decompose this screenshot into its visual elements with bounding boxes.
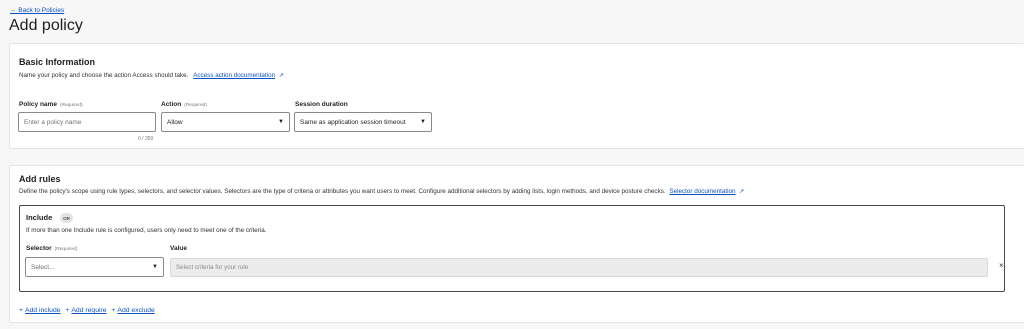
action-select[interactable]: Allow ▼ (161, 112, 290, 132)
back-to-policies-link[interactable]: ← Back to Policies (10, 7, 64, 14)
policy-name-placeholder: Enter a policy name (24, 118, 82, 126)
policy-name-input[interactable]: Enter a policy name (18, 112, 156, 132)
external-link-icon: ↗ (739, 189, 745, 195)
action-required: (Required) (184, 103, 207, 108)
basic-information-description: Name your policy and choose the action A… (19, 72, 284, 79)
plus-icon: + (65, 307, 70, 314)
basic-information-card: Basic Information Name your policy and c… (9, 43, 1024, 149)
selector-required: (Required) (54, 247, 78, 252)
value-placeholder: Select criteria for your rule (176, 264, 249, 271)
external-link-icon: ↗ (278, 73, 284, 79)
remove-rule-close-icon[interactable]: × (999, 261, 1004, 270)
chevron-down-icon: ▼ (278, 119, 284, 125)
session-duration-select[interactable]: Same as application session timeout ▼ (294, 112, 432, 132)
selector-documentation-link[interactable]: Selector documentation (669, 188, 735, 195)
basic-information-heading: Basic Information (19, 57, 96, 67)
page-title: Add policy (9, 17, 83, 34)
add-require-link[interactable]: Add require (71, 307, 106, 314)
plus-icon: + (111, 307, 116, 314)
include-description: If more than one Include rule is configu… (26, 227, 267, 234)
include-rule-block: Include OR If more than one Include rule… (19, 205, 1005, 292)
session-duration-label: Session duration (295, 101, 348, 108)
add-exclude-link[interactable]: Add exclude (117, 307, 154, 314)
action-label-text: Action (161, 101, 182, 108)
chevron-down-icon: ▼ (420, 119, 426, 125)
action-value: Allow (167, 118, 183, 126)
rule-actions: + Add include + Add require + Add exclude (19, 307, 158, 314)
policy-name-label: Policy name (Required) (19, 101, 83, 108)
selector-placeholder: Select... (31, 263, 55, 271)
rules-description-text: Define the policy's scope using rule typ… (19, 188, 666, 195)
add-rules-description: Define the policy's scope using rule typ… (19, 188, 744, 195)
policy-name-required: (Required) (59, 103, 83, 108)
value-input[interactable]: Select criteria for your rule (170, 258, 988, 277)
include-heading: Include (26, 213, 53, 222)
basic-description-text: Name your policy and choose the action A… (19, 72, 189, 79)
selector-select[interactable]: Select... ▼ (25, 257, 164, 277)
add-rules-card: Add rules Define the policy's scope usin… (9, 165, 1024, 323)
policy-name-counter: 0 / 350 (138, 136, 154, 142)
policy-name-label-text: Policy name (19, 101, 57, 108)
selector-label: Selector (Required) (26, 245, 77, 252)
or-badge: OR (60, 213, 73, 223)
chevron-down-icon: ▼ (152, 264, 158, 270)
action-label: Action (Required) (161, 101, 207, 108)
plus-icon: + (19, 307, 23, 314)
access-action-documentation-link[interactable]: Access action documentation (193, 72, 275, 79)
value-label: Value (170, 245, 187, 252)
session-duration-value: Same as application session timeout (300, 118, 406, 126)
add-rules-heading: Add rules (19, 174, 61, 184)
add-include-link[interactable]: Add include (25, 307, 61, 314)
selector-label-text: Selector (26, 245, 52, 252)
